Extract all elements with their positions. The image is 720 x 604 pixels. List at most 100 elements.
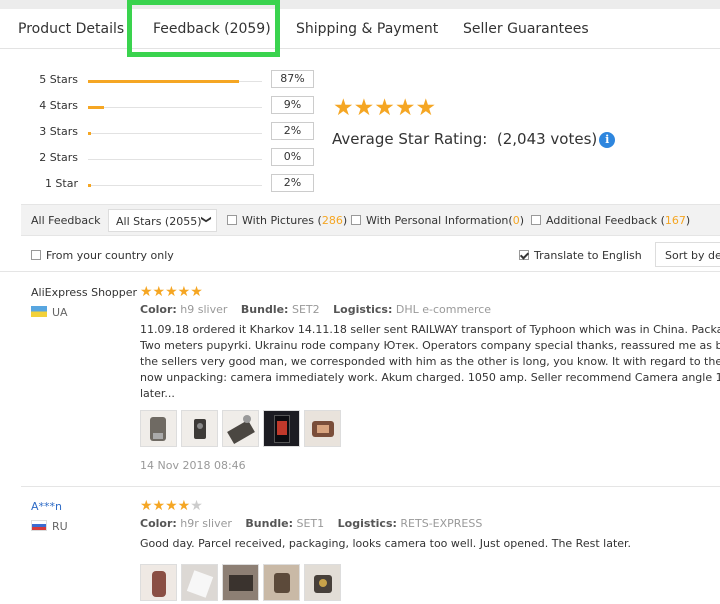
dist-fill [88, 80, 239, 83]
with-personal-info-filter[interactable]: With Personal Information(0) [351, 214, 524, 227]
dist-fill [88, 184, 91, 187]
average-rating-label: Average Star Rating: [332, 130, 488, 148]
ukraine-flag-icon [31, 306, 47, 317]
dist-row-2[interactable]: 2 Stars 0% [0, 148, 330, 169]
dist-bar [88, 80, 262, 83]
all-feedback-link[interactable]: All Feedback [31, 214, 101, 227]
dist-row-5[interactable]: 5 Stars 87% [0, 70, 330, 91]
dist-label: 3 Stars [39, 125, 78, 138]
top-strip [0, 0, 720, 9]
checkbox[interactable] [351, 215, 361, 225]
from-country-filter[interactable]: From your country only [31, 249, 174, 262]
logistics-label: Logistics: [337, 517, 397, 530]
color-label: Color: [140, 517, 177, 530]
bundle-label: Bundle: [245, 517, 293, 530]
dist-label: 5 Stars [39, 73, 78, 86]
with-personal-count: 0 [512, 214, 520, 227]
review-photo-thumbnail[interactable] [181, 564, 218, 601]
logistics-label: Logistics: [333, 303, 393, 316]
review-photo-thumbnail[interactable] [181, 410, 218, 447]
review-text: 11.09.18 ordered it Kharkov 14.11.18 sel… [140, 322, 720, 402]
additional-feedback-label: Additional Feedback ( [546, 214, 665, 227]
dist-percent: 2% [271, 122, 314, 140]
dist-label: 4 Stars [39, 99, 78, 112]
star-filter-value: All Stars (2055) [116, 215, 202, 228]
review-star-icons: ★★★★★ [140, 498, 203, 514]
stars-full: ★★★★ [140, 498, 191, 514]
dist-bar [88, 159, 262, 160]
color-label: Color: [140, 303, 177, 316]
dist-percent: 87% [271, 70, 314, 88]
dist-label: 2 Stars [39, 151, 78, 164]
review-line: the sellers very good man, we correspond… [140, 355, 720, 368]
review-photo-thumbnail[interactable] [140, 564, 177, 601]
translate-toggle[interactable]: Translate to English [519, 249, 642, 262]
average-star-icons: ★★★★★ [333, 95, 437, 121]
checkbox[interactable] [531, 215, 541, 225]
tab-product-details[interactable]: Product Details [18, 21, 124, 37]
dist-percent: 2% [271, 174, 314, 192]
checkbox[interactable] [31, 250, 41, 260]
with-pictures-filter[interactable]: With Pictures (286) [227, 214, 347, 227]
tab-bar: Product Details Feedback (2059) Shipping… [0, 9, 720, 49]
review-line: Good day. Parcel received, packaging, lo… [140, 537, 632, 550]
translate-label: Translate to English [534, 249, 642, 262]
review-line: later... [140, 387, 175, 400]
review-meta: Color: h9r sliver Bundle: SET1 Logistics… [140, 517, 482, 530]
reviewer-country: RU [31, 520, 68, 533]
review-photo-thumbnail[interactable] [304, 410, 341, 447]
review-photo-thumbnail[interactable] [263, 410, 300, 447]
dist-label: 1 Star [44, 177, 78, 190]
dist-bar [88, 132, 262, 135]
stars-full: ★★★★★ [140, 284, 203, 300]
with-pictures-count: 286 [321, 214, 343, 227]
additional-feedback-filter[interactable]: Additional Feedback (167) [531, 214, 690, 227]
review-photo-thumbnail[interactable] [222, 410, 259, 447]
paren: ) [519, 214, 524, 227]
dist-percent: 0% [271, 148, 314, 166]
vote-count: (2,043 votes) [496, 130, 598, 148]
reviewer-name[interactable]: AliExpress Shopper [31, 286, 137, 299]
review-meta: Color: h9 sliver Bundle: SET2 Logistics:… [140, 303, 491, 316]
review-photo-thumbnail[interactable] [140, 410, 177, 447]
checkbox[interactable] [227, 215, 237, 225]
dist-fill [88, 106, 104, 109]
tab-shipping-payment[interactable]: Shipping & Payment [296, 21, 438, 37]
dist-row-4[interactable]: 4 Stars 9% [0, 96, 330, 117]
country-code: RU [52, 520, 68, 533]
review-photo-thumbnail[interactable] [263, 564, 300, 601]
with-personal-label: With Personal Information( [366, 214, 513, 227]
dist-row-3[interactable]: 3 Stars 2% [0, 122, 330, 143]
dist-fill [88, 132, 91, 135]
paren: ) [342, 214, 348, 227]
stars-empty: ★ [190, 498, 203, 514]
tab-seller-guarantees[interactable]: Seller Guarantees [463, 21, 589, 37]
star-filter-select[interactable]: All Stars (2055) ❯ [108, 209, 217, 232]
color-value: h9 sliver [180, 303, 228, 316]
feedback-filter-bar: All Feedback All Stars (2055) ❯ With Pic… [21, 204, 720, 236]
reviewer-name[interactable]: A***n [31, 500, 62, 513]
review-text: Good day. Parcel received, packaging, lo… [140, 536, 720, 552]
logistics-value: RETS-EXPRESS [400, 517, 483, 530]
sort-select[interactable]: Sort by default [655, 242, 720, 267]
additional-feedback-count: 167 [664, 214, 686, 227]
review-photo-thumbnail[interactable] [222, 564, 259, 601]
bundle-value: SET1 [296, 517, 325, 530]
average-star-rating: Average Star Rating: (2,043 votes) i [332, 130, 616, 148]
review-line: now unpacking: camera immediately work. … [140, 371, 720, 384]
with-pictures-label: With Pictures ( [242, 214, 322, 227]
review-divider [21, 486, 720, 487]
bundle-value: SET2 [291, 303, 320, 316]
review-date: 14 Nov 2018 08:46 [140, 459, 246, 472]
dist-row-1[interactable]: 1 Star 2% [0, 174, 330, 195]
info-icon[interactable]: i [599, 132, 616, 148]
review-line: 11.09.18 ordered it Kharkov 14.11.18 sel… [140, 323, 720, 336]
checkbox-checked[interactable] [519, 250, 529, 260]
paren: ) [685, 214, 691, 227]
russia-flag-icon [31, 520, 47, 531]
review-photo-thumbnail[interactable] [304, 564, 341, 601]
dist-bar [88, 184, 262, 187]
reviewer-country: UA [31, 306, 68, 319]
color-value: h9r sliver [180, 517, 232, 530]
logistics-value: DHL e-commerce [395, 303, 492, 316]
